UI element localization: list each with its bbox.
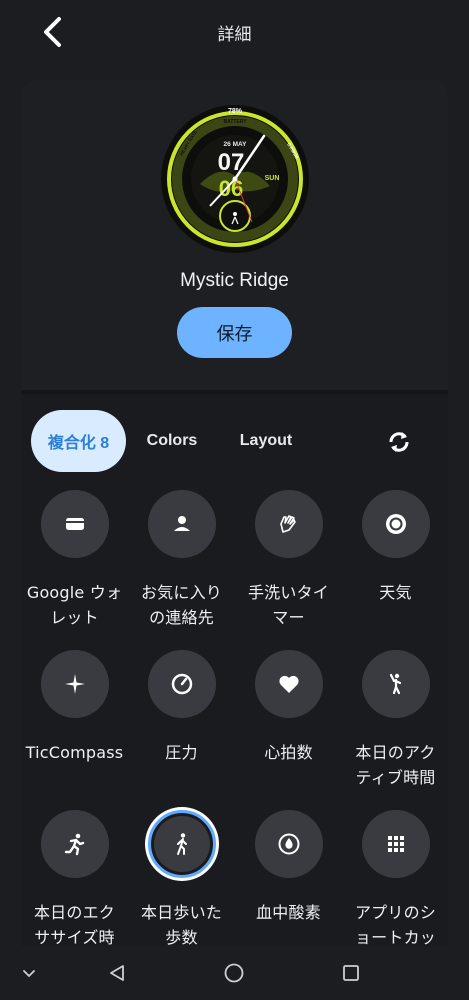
complication-label: 本日歩いた 歩数 — [140, 903, 222, 947]
complication-label: 心拍数 — [264, 743, 313, 762]
complication-label: お気に入り の連絡先 — [140, 583, 222, 627]
walking-icon — [177, 833, 187, 855]
recents-square-icon — [343, 965, 359, 981]
running-icon — [64, 833, 85, 856]
complication-item[interactable]: TicCompass — [21, 650, 128, 810]
handwash-icon — [280, 515, 296, 533]
sync-icon — [389, 432, 409, 452]
nav-collapse-button[interactable] — [16, 960, 42, 986]
customization-tabs: 複合化 8 Colors Layout — [21, 410, 448, 472]
tab-layout[interactable]: Layout — [231, 410, 301, 472]
compass-icon — [65, 674, 85, 694]
home-circle-icon — [224, 963, 244, 983]
gauge-icon — [171, 673, 193, 695]
apps-grid-icon — [388, 836, 404, 852]
minute-readout: 06 — [219, 176, 243, 201]
nav-recents-button[interactable] — [338, 960, 364, 986]
complication-label: 天気 — [379, 583, 412, 602]
tab-colors[interactable]: Colors — [137, 410, 207, 472]
battery-readout: 78% — [228, 108, 243, 115]
complication-label: 手洗いタイ マー — [247, 583, 329, 627]
nav-back-button[interactable] — [104, 960, 130, 986]
active-person-icon — [389, 673, 402, 695]
complication-item[interactable]: 天気 — [342, 490, 448, 650]
complication-label: 圧力 — [165, 743, 198, 762]
complication-label: 血中酸素 — [256, 903, 321, 922]
page-title: 詳細 — [217, 25, 252, 45]
weather-icon — [386, 514, 406, 534]
battery-label: BATTERY — [223, 119, 247, 125]
complication-label: 本日のエク ササイズ時 — [33, 903, 115, 947]
complication-item[interactable]: 本日のアク ティブ時間 — [342, 650, 448, 810]
complication-label: アプリのシ ョートカッ — [354, 903, 436, 947]
complication-label: 本日のアク ティブ時間 — [355, 743, 436, 787]
watch-face-preview: 78% BATTERY 26 MAY 07 06 SUN HEART RATE … — [161, 105, 309, 253]
complication-item[interactable]: 手洗いタイ マー — [235, 490, 342, 650]
watch-face-name: Mystic Ridge — [180, 270, 289, 291]
top-app-bar: 詳細 — [0, 0, 469, 64]
sync-button[interactable] — [381, 424, 417, 460]
complication-item[interactable]: お気に入り の連絡先 — [128, 490, 235, 650]
section-divider — [21, 390, 448, 394]
tab-complications[interactable]: 複合化 8 — [31, 410, 126, 472]
nav-home-button[interactable] — [221, 960, 247, 986]
watch-face-detail-card: 78% BATTERY 26 MAY 07 06 SUN HEART RATE … — [21, 80, 448, 980]
person-icon — [174, 516, 190, 531]
system-nav-bar — [0, 946, 469, 1000]
oxygen-icon — [278, 833, 300, 855]
wallet-icon — [66, 518, 84, 530]
complication-item[interactable]: 心拍数 — [235, 650, 342, 810]
day-readout: SUN — [265, 175, 280, 182]
complication-item[interactable]: 圧力 — [128, 650, 235, 810]
save-button[interactable]: 保存 — [177, 307, 292, 358]
complication-label: Google ウォ レット — [26, 583, 123, 627]
heart-icon — [279, 675, 299, 693]
watch-face-preview-section: 78% BATTERY 26 MAY 07 06 SUN HEART RATE … — [21, 80, 448, 390]
date-readout: 26 MAY — [224, 141, 248, 148]
chevron-down-icon — [23, 970, 35, 978]
complication-label: TicCompass — [25, 743, 124, 762]
triangle-back-icon — [110, 965, 124, 981]
complication-item[interactable]: Google ウォ レット — [21, 490, 128, 650]
